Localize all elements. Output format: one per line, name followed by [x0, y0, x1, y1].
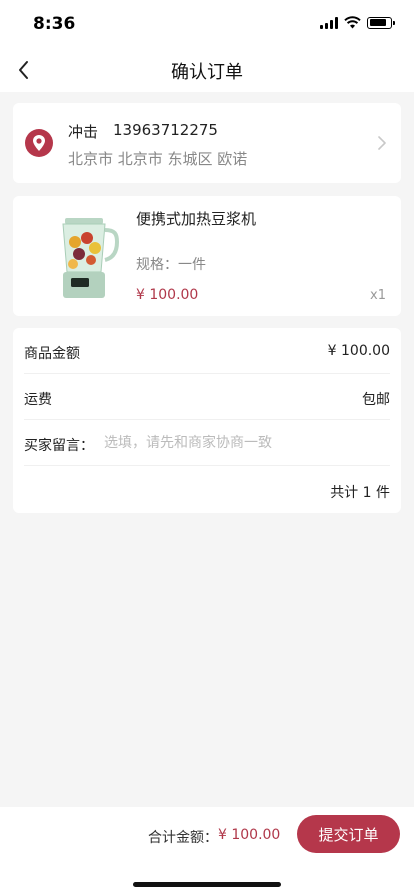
order-summary-card: 商品金额 ¥ 100.00 运费 包邮 买家留言： 共计 1 件 [13, 328, 401, 513]
product-card: 便携式加热豆浆机 规格：一件 ¥ 100.00 x1 [13, 196, 401, 316]
status-bar: 8:36 [0, 0, 414, 48]
chevron-right-icon [378, 136, 386, 150]
nav-bar: 确认订单 [0, 48, 414, 92]
home-indicator [133, 882, 281, 887]
signal-icon [320, 16, 338, 29]
page-title: 确认订单 [171, 62, 243, 83]
buyer-note-row: 买家留言： [24, 420, 390, 466]
buyer-note-label: 买家留言： [24, 438, 94, 454]
location-pin-icon [25, 129, 53, 157]
address-card[interactable]: 冲击 13963712275 北京市 北京市 东城区 欧诺 [13, 103, 401, 183]
product-image [62, 218, 119, 298]
shipping-label: 运费 [24, 392, 52, 408]
item-count: 共计 1 件 [330, 485, 390, 501]
wifi-icon [344, 16, 361, 29]
shipping-row: 运费 包邮 [24, 374, 390, 420]
buyer-note-input[interactable] [104, 430, 390, 456]
goods-amount-value: ¥ 100.00 [327, 343, 390, 359]
total-value: ¥ 100.00 [218, 827, 281, 843]
status-time: 8:36 [33, 14, 76, 34]
product-price: ¥ 100.00 [136, 287, 199, 303]
product-name: 便携式加热豆浆机 [136, 210, 257, 228]
recipient-name: 冲击 [68, 123, 99, 141]
status-icons [320, 16, 395, 29]
bottom-bar: 合计金额： ¥ 100.00 提交订单 [0, 807, 414, 896]
shipping-value: 包邮 [362, 392, 390, 408]
product-quantity: x1 [370, 288, 386, 303]
recipient-phone: 13963712275 [113, 121, 218, 139]
address-detail: 北京市 北京市 东城区 欧诺 [68, 150, 248, 168]
goods-amount-label: 商品金额 [24, 346, 80, 362]
total-label: 合计金额： [148, 830, 218, 846]
submit-order-button[interactable]: 提交订单 [297, 815, 400, 853]
product-spec: 规格：一件 [136, 257, 206, 273]
goods-amount-row: 商品金额 ¥ 100.00 [24, 328, 390, 374]
battery-icon [367, 16, 395, 29]
